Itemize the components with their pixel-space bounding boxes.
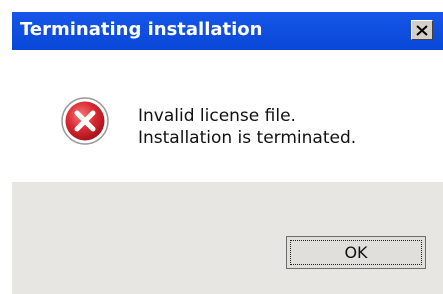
error-icon bbox=[61, 97, 109, 145]
window-edge bbox=[0, 12, 12, 294]
dialog-title: Terminating installation bbox=[20, 19, 263, 40]
message-line-1: Invalid license file. bbox=[138, 106, 296, 126]
dialog-content: Invalid license file. Installation is te… bbox=[12, 50, 443, 182]
close-button[interactable] bbox=[411, 20, 433, 40]
message-line-2: Installation is terminated. bbox=[138, 128, 357, 148]
error-dialog: Terminating installation Invalid license… bbox=[0, 0, 443, 294]
close-icon bbox=[416, 24, 428, 36]
ok-button[interactable]: OK bbox=[286, 236, 426, 269]
title-bar[interactable]: Terminating installation bbox=[12, 12, 443, 50]
ok-button-label: OK bbox=[290, 240, 422, 265]
button-bar: OK bbox=[12, 182, 443, 294]
error-message: Invalid license file. Installation is te… bbox=[138, 105, 356, 149]
